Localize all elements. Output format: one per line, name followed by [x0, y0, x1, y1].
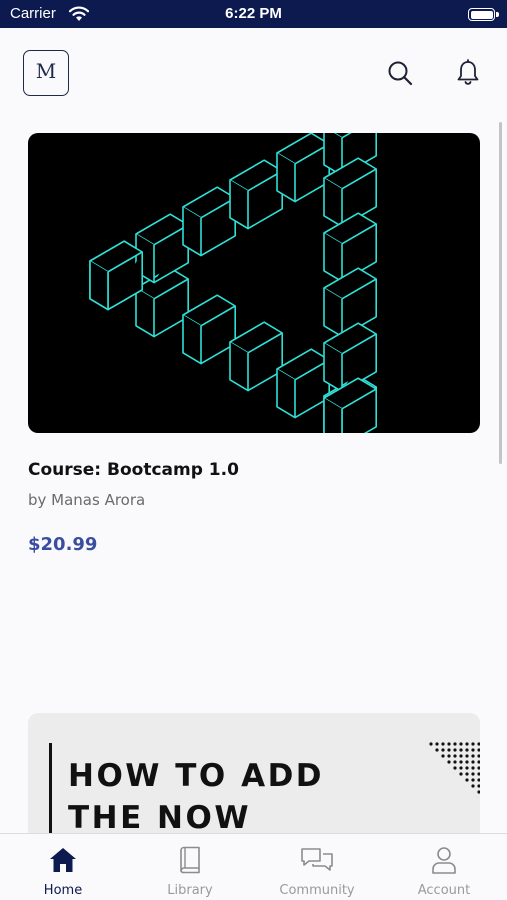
- search-icon: [388, 61, 413, 86]
- decor-dot: [459, 748, 463, 752]
- promo-line-1: HOW TO ADD: [68, 758, 325, 794]
- decor-dot: [441, 748, 445, 752]
- decor-dot: [429, 742, 433, 746]
- decor-dot: [471, 778, 475, 782]
- tab-library[interactable]: Library: [127, 834, 253, 900]
- decor-dot: [459, 742, 463, 746]
- decor-dot: [465, 778, 469, 782]
- main-content[interactable]: Course: Bootcamp 1.0 by Manas Arora $20.…: [0, 118, 507, 833]
- decor-dot: [465, 742, 469, 746]
- decor-dot: [447, 760, 451, 764]
- tab-community-label: Community: [279, 883, 355, 898]
- decor-dot: [441, 754, 445, 758]
- decor-dot: [459, 766, 463, 770]
- promo-accent-bar: [49, 743, 52, 833]
- course-thumbnail[interactable]: [28, 133, 480, 433]
- decor-dot: [441, 742, 445, 746]
- cube-shape: [182, 186, 236, 257]
- home-icon: [50, 848, 76, 872]
- decor-dot: [453, 766, 457, 770]
- decor-dot: [477, 754, 480, 758]
- cube-shape: [182, 294, 236, 365]
- decor-dot: [465, 748, 469, 752]
- decor-dot: [459, 772, 463, 776]
- book-icon: [180, 846, 200, 874]
- decor-dot: [453, 742, 457, 746]
- decor-dot: [477, 748, 480, 752]
- notifications-button[interactable]: [453, 58, 483, 88]
- cube-shape: [276, 348, 330, 419]
- decor-dot: [453, 748, 457, 752]
- decor-dot: [435, 748, 439, 752]
- cube-shape: [323, 267, 377, 338]
- decor-dot: [471, 742, 475, 746]
- cube-shape: [89, 240, 143, 311]
- promo-line-2: THE NOW: [68, 800, 252, 833]
- dot-pattern-decoration: [429, 742, 480, 794]
- decor-dot: [477, 742, 480, 746]
- decor-dot: [477, 790, 480, 794]
- cube-shape: [323, 322, 377, 393]
- decor-dot: [471, 760, 475, 764]
- tab-account[interactable]: Account: [381, 834, 507, 900]
- promo-card[interactable]: HOW TO ADD THE NOW: [28, 713, 480, 833]
- decor-dot: [477, 784, 480, 788]
- decor-dot: [477, 766, 480, 770]
- logo-letter: M: [35, 59, 57, 83]
- decor-dot: [465, 766, 469, 770]
- app-header: M: [0, 28, 507, 118]
- cube-shape: [135, 213, 189, 284]
- clock: 6:22 PM: [225, 5, 282, 22]
- decor-dot: [471, 784, 475, 788]
- decor-dot: [471, 772, 475, 776]
- cube-shape: [229, 321, 283, 392]
- decor-dot: [447, 742, 451, 746]
- decor-dot: [459, 754, 463, 758]
- chat-icon: [301, 848, 333, 871]
- promo-heading: HOW TO ADD THE NOW: [68, 755, 324, 833]
- course-price: $20.99: [28, 534, 98, 555]
- search-button[interactable]: [385, 58, 415, 88]
- battery-icon: [468, 8, 495, 21]
- decor-dot: [459, 760, 463, 764]
- course-author: by Manas Arora: [28, 491, 146, 509]
- decor-dot: [471, 754, 475, 758]
- decor-dot: [471, 766, 475, 770]
- tab-bar: Home Library Community Account: [0, 833, 507, 900]
- tab-account-label: Account: [417, 883, 471, 898]
- decor-dot: [477, 772, 480, 776]
- course-title[interactable]: Course: Bootcamp 1.0: [28, 460, 239, 480]
- tab-home-label: Home: [43, 883, 83, 898]
- decor-dot: [453, 754, 457, 758]
- decor-dot: [477, 760, 480, 764]
- decor-dot: [447, 754, 451, 758]
- person-icon: [432, 847, 456, 874]
- battery-cap: [496, 12, 499, 17]
- cube-shape: [276, 133, 330, 203]
- bell-icon: [457, 59, 479, 85]
- cube-shape: [323, 212, 377, 283]
- scrollbar[interactable]: [499, 122, 502, 464]
- decor-dot: [465, 772, 469, 776]
- decor-dot: [435, 742, 439, 746]
- decor-dot: [465, 754, 469, 758]
- tab-community[interactable]: Community: [254, 834, 380, 900]
- status-bar: Carrier 6:22 PM: [0, 0, 507, 28]
- cube-shape: [229, 159, 283, 230]
- tab-home[interactable]: Home: [0, 834, 126, 900]
- decor-dot: [447, 748, 451, 752]
- decor-dot: [471, 748, 475, 752]
- decor-dot: [465, 760, 469, 764]
- decor-dot: [453, 760, 457, 764]
- tab-library-label: Library: [167, 883, 213, 898]
- decor-dot: [477, 778, 480, 782]
- app-logo[interactable]: M: [23, 50, 69, 96]
- impossible-triangle-image: [89, 133, 377, 433]
